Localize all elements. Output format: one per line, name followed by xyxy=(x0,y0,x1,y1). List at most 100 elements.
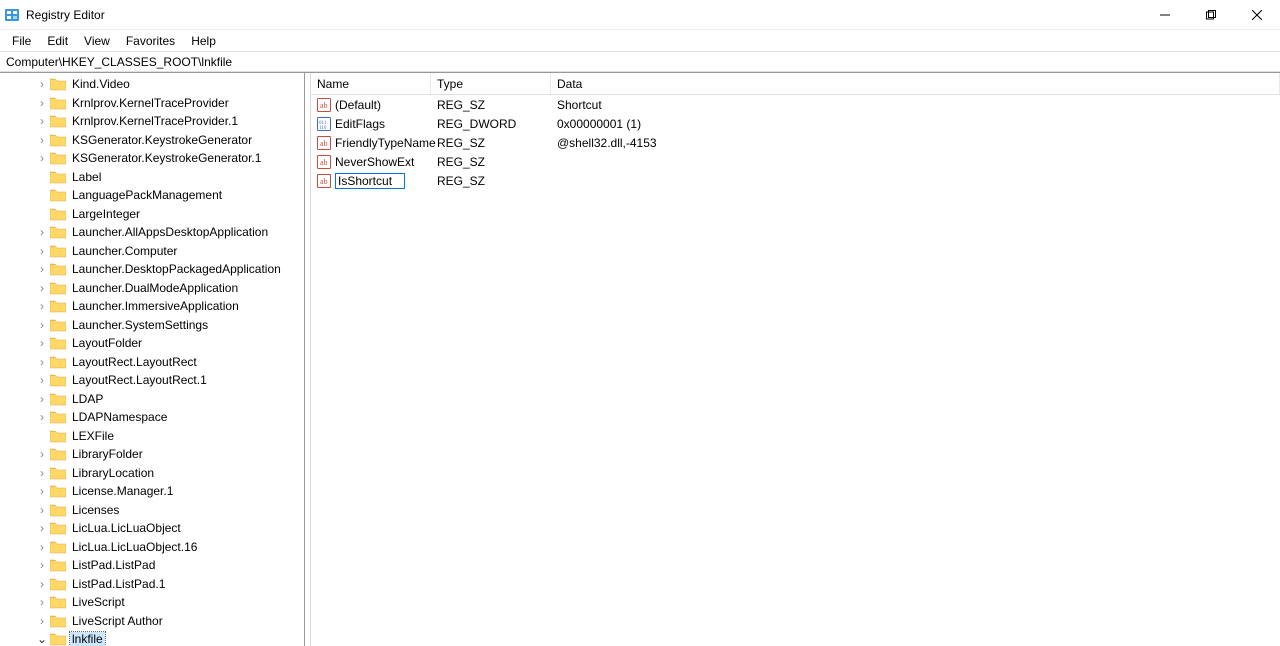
tree-item[interactable]: ›Kind.Video xyxy=(0,75,304,94)
svg-text:ab: ab xyxy=(320,139,328,148)
tree-item[interactable]: ›Launcher.Computer xyxy=(0,242,304,261)
tree-item[interactable]: ›LiveScript Author xyxy=(0,612,304,631)
menu-edit[interactable]: Edit xyxy=(39,32,76,50)
tree-item[interactable]: ⌄lnkfile xyxy=(0,630,304,646)
expand-icon[interactable]: › xyxy=(36,393,48,405)
tree-item[interactable]: ›ListPad.ListPad xyxy=(0,556,304,575)
tree-item-label: LDAPNamespace xyxy=(70,410,169,424)
tree-item[interactable]: › LDAP xyxy=(0,390,304,409)
expand-icon[interactable]: › xyxy=(36,578,48,590)
expand-icon[interactable]: › xyxy=(36,615,48,627)
expand-icon[interactable]: › xyxy=(36,596,48,608)
list-row[interactable]: 011110EditFlagsREG_DWORD0x00000001 (1) xyxy=(311,114,1280,133)
maximize-button[interactable] xyxy=(1188,0,1234,29)
minimize-button[interactable] xyxy=(1142,0,1188,29)
folder-icon xyxy=(50,114,66,128)
expand-icon[interactable]: › xyxy=(36,374,48,386)
expand-icon[interactable]: › xyxy=(36,78,48,90)
expand-icon[interactable]: › xyxy=(36,541,48,553)
close-button[interactable] xyxy=(1234,0,1280,29)
menu-file[interactable]: File xyxy=(4,32,39,50)
menu-view[interactable]: View xyxy=(76,32,118,50)
address-path: Computer\HKEY_CLASSES_ROOT\lnkfile xyxy=(6,55,232,69)
expand-icon[interactable]: › xyxy=(36,263,48,275)
folder-icon xyxy=(50,133,66,147)
expand-icon[interactable]: › xyxy=(36,522,48,534)
tree-item-label: License.Manager.1 xyxy=(70,484,175,498)
tree-item[interactable]: ›LayoutRect.LayoutRect xyxy=(0,353,304,372)
tree-item[interactable]: ›Krnlprov.KernelTraceProvider xyxy=(0,94,304,113)
tree-item[interactable]: ›Launcher.AllAppsDesktopApplication xyxy=(0,223,304,242)
expand-icon[interactable]: › xyxy=(36,115,48,127)
string-value-icon: ab xyxy=(317,155,331,169)
list-row[interactable]: abFriendlyTypeNameREG_SZ@shell32.dll,-41… xyxy=(311,133,1280,152)
collapse-icon[interactable]: ⌄ xyxy=(36,633,48,645)
expand-icon[interactable]: › xyxy=(36,448,48,460)
tree-item-label: Krnlprov.KernelTraceProvider.1 xyxy=(70,114,240,128)
tree-item[interactable]: › Krnlprov.KernelTraceProvider.1 xyxy=(0,112,304,131)
tree-item[interactable]: LEXFile xyxy=(0,427,304,446)
tree-item-label: KSGenerator.KeystrokeGenerator xyxy=(70,133,254,147)
tree-item[interactable]: ›LicLua.LicLuaObject xyxy=(0,519,304,538)
expand-icon[interactable]: › xyxy=(36,97,48,109)
tree-item[interactable]: › KSGenerator.KeystrokeGenerator xyxy=(0,131,304,150)
window-controls xyxy=(1142,0,1280,29)
tree-item[interactable]: ›KSGenerator.KeystrokeGenerator.1 xyxy=(0,149,304,168)
registry-editor-icon xyxy=(4,7,20,23)
expand-icon[interactable]: › xyxy=(36,504,48,516)
tree-item[interactable]: › License.Manager.1 xyxy=(0,482,304,501)
tree-pane[interactable]: ›Kind.Video›Krnlprov.KernelTraceProvider… xyxy=(0,73,305,646)
expand-icon[interactable]: › xyxy=(36,411,48,423)
address-bar[interactable]: Computer\HKEY_CLASSES_ROOT\lnkfile xyxy=(0,52,1280,72)
expand-icon xyxy=(36,171,48,183)
tree-item[interactable]: ›LayoutRect.LayoutRect.1 xyxy=(0,371,304,390)
binary-value-icon: 011110 xyxy=(317,117,331,131)
tree-item-label: LibraryFolder xyxy=(70,447,145,461)
tree-item[interactable]: › ListPad.ListPad.1 xyxy=(0,575,304,594)
folder-icon xyxy=(50,151,66,165)
folder-icon xyxy=(50,595,66,609)
expand-icon[interactable]: › xyxy=(36,356,48,368)
list-row[interactable]: abREG_SZ xyxy=(311,171,1280,190)
column-data[interactable]: Data xyxy=(551,73,1280,94)
tree-item[interactable]: LargeInteger xyxy=(0,205,304,224)
expand-icon[interactable]: › xyxy=(36,485,48,497)
expand-icon[interactable]: › xyxy=(36,245,48,257)
tree-item[interactable]: ›Launcher.DesktopPackagedApplication xyxy=(0,260,304,279)
column-name[interactable]: Name xyxy=(311,73,431,94)
list-row[interactable]: ab(Default)REG_SZShortcut xyxy=(311,95,1280,114)
tree-item[interactable]: ›Launcher.SystemSettings xyxy=(0,316,304,335)
tree-item[interactable]: › LDAPNamespace xyxy=(0,408,304,427)
tree-item[interactable]: ›Licenses xyxy=(0,501,304,520)
tree-item[interactable]: ›LicLua.LicLuaObject.16 xyxy=(0,538,304,557)
expand-icon[interactable]: › xyxy=(36,559,48,571)
tree-item-label: ListPad.ListPad.1 xyxy=(70,577,167,591)
list-row[interactable]: abNeverShowExtREG_SZ xyxy=(311,152,1280,171)
expand-icon[interactable]: › xyxy=(36,282,48,294)
expand-icon[interactable]: › xyxy=(36,226,48,238)
cell-name: 011110 EditFlags xyxy=(311,117,431,131)
column-type[interactable]: Type xyxy=(431,73,551,94)
tree-item[interactable]: › LibraryFolder xyxy=(0,445,304,464)
expand-icon[interactable]: › xyxy=(36,319,48,331)
tree-item-label: LDAP xyxy=(70,392,105,406)
tree-item[interactable]: ›Launcher.DualModeApplication xyxy=(0,279,304,298)
menu-favorites[interactable]: Favorites xyxy=(118,32,183,50)
tree-item[interactable]: ›LibraryLocation xyxy=(0,464,304,483)
expand-icon[interactable]: › xyxy=(36,152,48,164)
expand-icon[interactable]: › xyxy=(36,467,48,479)
tree-item[interactable]: ›Launcher.ImmersiveApplication xyxy=(0,297,304,316)
tree-item[interactable]: ›LiveScript xyxy=(0,593,304,612)
expand-icon[interactable]: › xyxy=(36,337,48,349)
expand-icon[interactable]: › xyxy=(36,134,48,146)
expand-icon[interactable]: › xyxy=(36,300,48,312)
rename-input[interactable] xyxy=(335,173,405,189)
value-name: EditFlags xyxy=(335,117,385,131)
folder-icon xyxy=(50,170,66,184)
tree-item-label: LEXFile xyxy=(70,429,116,443)
menubar: File Edit View Favorites Help xyxy=(0,30,1280,52)
tree-item[interactable]: ›LayoutFolder xyxy=(0,334,304,353)
tree-item[interactable]: LanguagePackManagement xyxy=(0,186,304,205)
tree-item[interactable]: Label xyxy=(0,168,304,187)
menu-help[interactable]: Help xyxy=(183,32,224,50)
